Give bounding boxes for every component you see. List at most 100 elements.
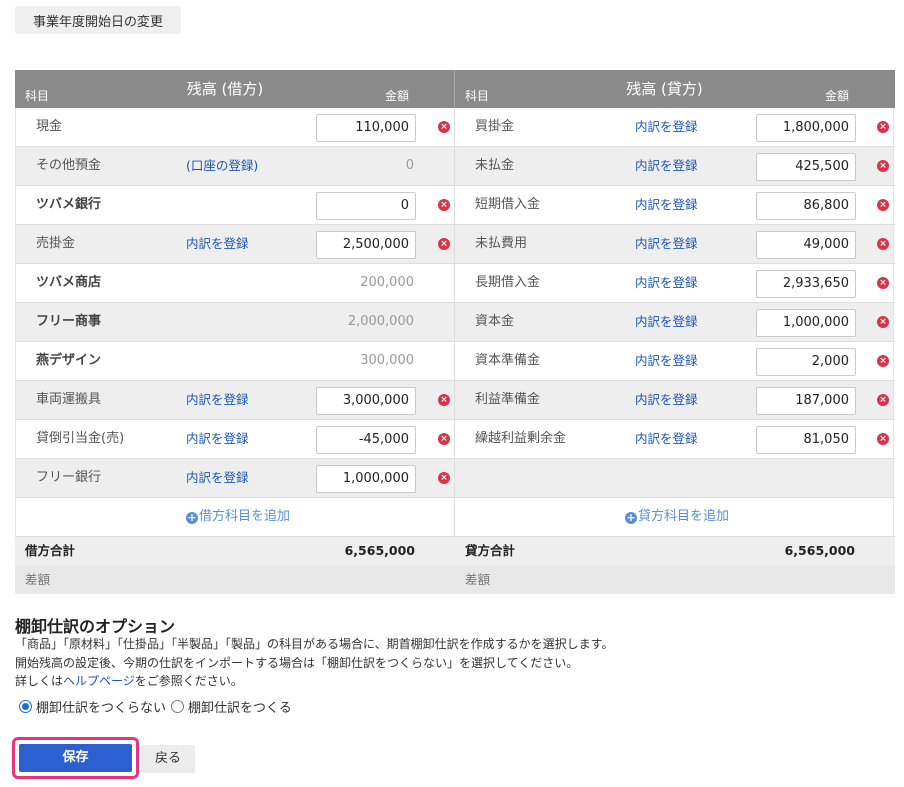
circle-x-icon[interactable]: ×: [438, 238, 450, 250]
desc-3-suffix: をご参照ください。: [134, 674, 243, 688]
debit-breakdown-link[interactable]: 内訳を登録: [186, 381, 249, 419]
add-row: + 借方科目を追加 + 貸方科目を追加: [15, 498, 895, 537]
debit-amount-input[interactable]: 0: [316, 192, 416, 220]
credit-header: 科目 残高 (貸方) 金額: [454, 70, 894, 108]
credit-breakdown-link[interactable]: 内訳を登録: [635, 186, 698, 224]
circle-x-icon[interactable]: ×: [877, 394, 889, 406]
debit-subject-name: ツバメ銀行: [36, 197, 102, 212]
credit-cell: [454, 459, 894, 497]
debit-header: 科目 残高 (借方) 金額: [15, 70, 455, 108]
change-fiscal-year-start-button[interactable]: 事業年度開始日の変更: [15, 6, 181, 34]
credit-subject-name: 長期借入金: [475, 275, 541, 290]
debit-cell: 売掛金 内訳を登録 2,500,000 ×: [15, 225, 455, 263]
table-row: 燕デザイン 300,000 資本準備金 内訳を登録 2,000 ×: [15, 342, 895, 381]
credit-amount-input[interactable]: 425,500: [756, 153, 856, 181]
debit-breakdown-link[interactable]: 内訳を登録: [186, 225, 249, 263]
debit-amount-input[interactable]: -45,000: [316, 426, 416, 454]
radio-create-inventory-entry[interactable]: [171, 700, 185, 713]
back-button[interactable]: 戻る: [141, 745, 195, 773]
debit-subject-name: ツバメ商店: [36, 275, 102, 290]
credit-subject-name: 資本金: [475, 314, 515, 329]
debit-amount-value: 200,000: [360, 275, 414, 290]
debit-amount-input[interactable]: 110,000: [316, 114, 416, 142]
debit-cell: フリー銀行 内訳を登録 1,000,000 ×: [15, 459, 455, 497]
credit-cell: 短期借入金 内訳を登録 86,800 ×: [454, 186, 894, 224]
debit-total-label: 借方合計: [25, 543, 76, 558]
credit-breakdown-link[interactable]: 内訳を登録: [635, 420, 698, 458]
add-debit-subject-link[interactable]: + 借方科目を追加: [186, 498, 290, 536]
desc-3-prefix: 詳しくは: [15, 674, 64, 688]
opening-balance-table: 科目 残高 (借方) 金額 科目 残高 (貸方) 金額 現金 110,000 × 買掛…: [15, 70, 895, 594]
circle-x-icon[interactable]: ×: [438, 121, 450, 133]
credit-amount-input[interactable]: 86,800: [756, 192, 856, 220]
table-row: 貸倒引当金(売) 内訳を登録 -45,000 × 繰越利益剰余金 内訳を登録 81,050 ×: [15, 420, 895, 459]
debit-amount-header: 金額: [385, 89, 410, 103]
credit-subject-name: 資本準備金: [475, 353, 541, 368]
totals-row: 借方合計 6,565,000 貸方合計 6,565,000: [15, 537, 895, 565]
circle-x-icon[interactable]: ×: [438, 199, 450, 211]
circle-x-icon[interactable]: ×: [877, 433, 889, 445]
credit-amount-input[interactable]: 187,000: [756, 387, 856, 415]
credit-breakdown-link[interactable]: 内訳を登録: [635, 264, 698, 302]
inventory-options-desc-2: 開始残高の設定後、今期の仕訳をインポートする場合は「棚卸仕訳をつくらない」を選択…: [15, 656, 579, 670]
circle-x-icon[interactable]: ×: [877, 199, 889, 211]
debit-breakdown-link[interactable]: (口座の登録): [186, 147, 258, 185]
debit-amount-input[interactable]: 3,000,000: [316, 387, 416, 415]
debit-subject-name: 車両運搬具: [36, 392, 102, 407]
debit-breakdown-link[interactable]: 内訳を登録: [186, 420, 249, 458]
circle-x-icon[interactable]: ×: [438, 472, 450, 484]
credit-amount-input[interactable]: 81,050: [756, 426, 856, 454]
credit-amount-input[interactable]: 1,800,000: [756, 114, 856, 142]
credit-amount-input[interactable]: 2,000: [756, 348, 856, 376]
debit-amount-input[interactable]: 2,500,000: [316, 231, 416, 259]
debit-amount-input[interactable]: 1,000,000: [316, 465, 416, 493]
radio-no-inventory-entry[interactable]: [19, 700, 32, 713]
circle-x-icon[interactable]: ×: [877, 121, 889, 133]
credit-breakdown-link[interactable]: 内訳を登録: [635, 225, 698, 263]
debit-cell: 現金 110,000 ×: [15, 108, 455, 146]
radio-no-inventory-entry-label[interactable]: 棚卸仕訳をつくらない: [36, 697, 166, 716]
credit-breakdown-link[interactable]: 内訳を登録: [635, 342, 698, 380]
credit-amount-input[interactable]: 1,000,000: [756, 309, 856, 337]
circle-x-icon[interactable]: ×: [877, 355, 889, 367]
credit-amount-input[interactable]: 2,933,650: [756, 270, 856, 298]
save-button[interactable]: 保存: [19, 744, 132, 772]
circle-x-icon[interactable]: ×: [877, 277, 889, 289]
table-row: 車両運搬具 内訳を登録 3,000,000 × 利益準備金 内訳を登録 187,000 ×: [15, 381, 895, 420]
credit-breakdown-link[interactable]: 内訳を登録: [635, 147, 698, 185]
circle-x-icon[interactable]: ×: [438, 433, 450, 445]
debit-amount-value: 300,000: [360, 353, 414, 368]
radio-create-inventory-entry-label[interactable]: 棚卸仕訳をつくる: [188, 697, 292, 716]
credit-subject-name: 未払金: [475, 158, 515, 173]
debit-cell: 貸倒引当金(売) 内訳を登録 -45,000 ×: [15, 420, 455, 458]
debit-breakdown-link[interactable]: 内訳を登録: [186, 459, 249, 497]
add-credit-subject-link[interactable]: + 貸方科目を追加: [625, 498, 729, 536]
table-row: フリー銀行 内訳を登録 1,000,000 ×: [15, 459, 895, 498]
add-debit-label: 借方科目を追加: [199, 509, 291, 524]
circle-x-icon[interactable]: ×: [438, 394, 450, 406]
help-page-link[interactable]: ヘルプページ: [63, 674, 135, 688]
add-credit-label: 貸方科目を追加: [638, 509, 730, 524]
debit-difference-label: 差額: [25, 572, 51, 587]
circle-plus-icon: +: [625, 511, 637, 524]
credit-difference-label: 差額: [465, 572, 491, 587]
credit-breakdown-link[interactable]: 内訳を登録: [635, 303, 698, 341]
credit-breakdown-link[interactable]: 内訳を登録: [635, 381, 698, 419]
credit-amount-input[interactable]: 49,000: [756, 231, 856, 259]
table-row: フリー商事 2,000,000 資本金 内訳を登録 1,000,000 ×: [15, 303, 895, 342]
credit-breakdown-link[interactable]: 内訳を登録: [635, 108, 698, 146]
circle-x-icon[interactable]: ×: [877, 316, 889, 328]
debit-total-value: 6,565,000: [344, 543, 415, 558]
debit-balance-title: 残高 (借方): [186, 80, 264, 98]
circle-x-icon[interactable]: ×: [877, 238, 889, 250]
table-row: ツバメ銀行 0 × 短期借入金 内訳を登録 86,800 ×: [15, 186, 895, 225]
save-button-highlight: 保存: [12, 737, 139, 779]
credit-cell: 買掛金 内訳を登録 1,800,000 ×: [454, 108, 894, 146]
debit-subject-name: 現金: [36, 119, 63, 134]
circle-x-icon[interactable]: ×: [877, 160, 889, 172]
debit-subject-name: 売掛金: [36, 236, 76, 251]
table-row: その他預金 (口座の登録) 0 未払金 内訳を登録 425,500 ×: [15, 147, 895, 186]
difference-row: 差額 差額: [15, 565, 895, 594]
debit-cell: ツバメ銀行 0 ×: [15, 186, 455, 224]
credit-total-value: 6,565,000: [784, 543, 855, 558]
